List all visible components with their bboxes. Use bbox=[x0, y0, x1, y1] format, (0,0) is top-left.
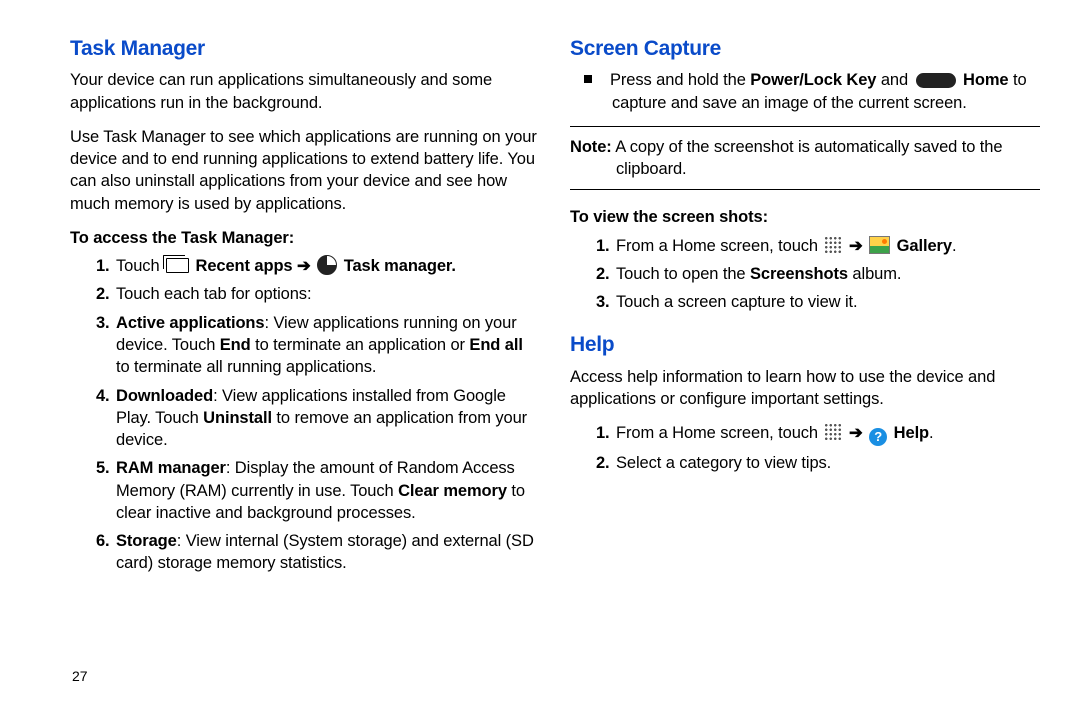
heading-task-manager: Task Manager bbox=[70, 35, 540, 63]
text: Storage bbox=[116, 532, 177, 550]
text: Press and hold the bbox=[610, 71, 750, 89]
list-item: From a Home screen, touch ➔ ? Help. bbox=[614, 422, 1040, 446]
note-text: A copy of the screenshot is automaticall… bbox=[612, 138, 1003, 156]
list-item: Downloaded: View applications installed … bbox=[114, 385, 540, 452]
home-key-icon bbox=[916, 73, 956, 88]
apps-grid-icon bbox=[824, 423, 842, 441]
list-item: Press and hold the Power/Lock Key and Ho… bbox=[608, 69, 1040, 114]
text: to terminate an application or bbox=[251, 336, 470, 354]
list-item: Active applications: View applications r… bbox=[114, 312, 540, 379]
note-label: Note: bbox=[570, 138, 612, 156]
list-item: RAM manager: Display the amount of Rando… bbox=[114, 457, 540, 524]
heading-help: Help bbox=[570, 331, 1040, 359]
text: Touch to open the bbox=[616, 265, 750, 283]
text: album. bbox=[848, 265, 901, 283]
text: Uninstall bbox=[203, 409, 272, 427]
text: RAM manager bbox=[116, 459, 226, 477]
list-item: Touch Recent apps ➔ Task manager. bbox=[114, 255, 540, 277]
text: Clear memory bbox=[398, 482, 507, 500]
list-item: Storage: View internal (System storage) … bbox=[114, 530, 540, 575]
arrow-icon: ➔ bbox=[849, 237, 863, 255]
list-item: Select a category to view tips. bbox=[614, 452, 1040, 474]
help-intro: Access help information to learn how to … bbox=[570, 366, 1040, 411]
left-column: Task Manager Your device can run applica… bbox=[70, 35, 540, 700]
text: From a Home screen, touch bbox=[616, 237, 822, 255]
text: Power/Lock Key bbox=[750, 71, 876, 89]
help-icon: ? bbox=[869, 428, 887, 446]
heading-screen-capture: Screen Capture bbox=[570, 35, 1040, 63]
text: Gallery bbox=[892, 237, 952, 255]
view-screenshots-steps: From a Home screen, touch ➔ Gallery. Tou… bbox=[570, 235, 1040, 314]
task-manager-steps: Touch Recent apps ➔ Task manager. Touch … bbox=[70, 255, 540, 574]
task-manager-intro-2: Use Task Manager to see which applicatio… bbox=[70, 126, 540, 215]
subhead-access-task-manager: To access the Task Manager: bbox=[70, 227, 540, 249]
screen-capture-step: Press and hold the Power/Lock Key and Ho… bbox=[570, 69, 1040, 114]
help-steps: From a Home screen, touch ➔ ? Help. Sele… bbox=[570, 422, 1040, 474]
subhead-view-screenshots: To view the screen shots: bbox=[570, 206, 1040, 228]
text: End all bbox=[469, 336, 522, 354]
note-text: clipboard. bbox=[616, 158, 1040, 180]
right-column: Screen Capture Press and hold the Power/… bbox=[570, 35, 1040, 700]
gallery-icon bbox=[869, 236, 890, 254]
square-bullet-icon bbox=[584, 75, 592, 83]
text: Active applications bbox=[116, 314, 264, 332]
text: Recent apps bbox=[191, 257, 297, 275]
list-item: Touch a screen capture to view it. bbox=[614, 291, 1040, 313]
text: Screenshots bbox=[750, 265, 848, 283]
task-manager-icon bbox=[317, 255, 337, 275]
page-number: 27 bbox=[72, 668, 88, 684]
text: From a Home screen, touch bbox=[616, 424, 822, 442]
text: End bbox=[220, 336, 251, 354]
text: to terminate all running applications. bbox=[116, 358, 376, 376]
text: Touch bbox=[116, 257, 164, 275]
text: Task manager. bbox=[339, 257, 456, 275]
text: Help bbox=[889, 424, 929, 442]
list-item: From a Home screen, touch ➔ Gallery. bbox=[614, 235, 1040, 257]
text: : View internal (System storage) and ext… bbox=[116, 532, 534, 572]
arrow-icon: ➔ bbox=[849, 424, 863, 442]
apps-grid-icon bbox=[824, 236, 842, 254]
recent-apps-icon bbox=[166, 258, 189, 273]
text: Downloaded bbox=[116, 387, 213, 405]
text: and bbox=[876, 71, 912, 89]
list-item: Touch to open the Screenshots album. bbox=[614, 263, 1040, 285]
list-item: Touch each tab for options: bbox=[114, 283, 540, 305]
note-box: Note: A copy of the screenshot is automa… bbox=[570, 126, 1040, 191]
arrow-icon: ➔ bbox=[297, 257, 311, 275]
task-manager-intro-1: Your device can run applications simulta… bbox=[70, 69, 540, 114]
text: Home bbox=[959, 71, 1009, 89]
